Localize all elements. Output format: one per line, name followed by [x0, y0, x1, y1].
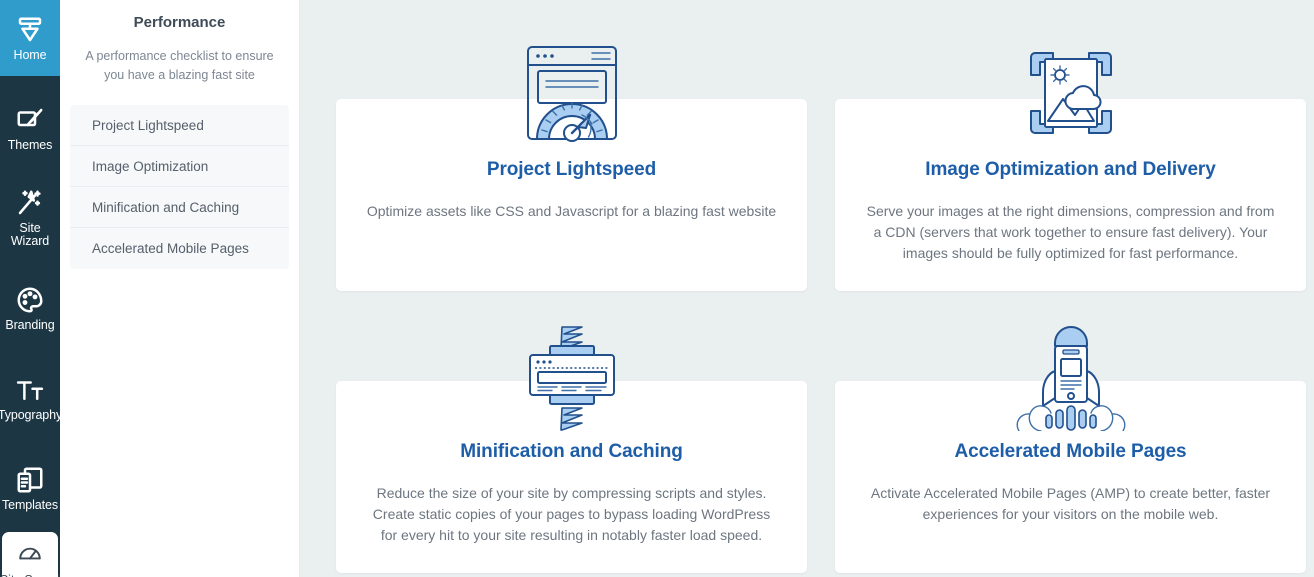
panel-item-label: Image Optimization — [92, 158, 209, 174]
sidebar-item-site-wizard[interactable]: Site Wizard — [0, 180, 60, 256]
card-description: Activate Accelerated Mobile Pages (AMP) … — [870, 485, 1271, 522]
panel-item-accelerated-mobile-pages[interactable]: Accelerated Mobile Pages — [70, 228, 289, 269]
sidebar-item-templates[interactable]: Templates — [0, 450, 60, 526]
sidebar-item-label: Templates — [1, 497, 59, 512]
panel-item-label: Minification and Caching — [92, 199, 240, 215]
app-root: Home Themes Site Wizard Branding Typogra… — [0, 0, 1314, 577]
card-description: Reduce the size of your site by compress… — [372, 485, 771, 543]
card-wrapper: Minification and Caching Reduce the size… — [336, 326, 807, 573]
panel-item-list: Project Lightspeed Image Optimization Mi… — [70, 105, 289, 269]
palette-icon — [15, 285, 45, 315]
feature-card-accelerated-mobile-pages[interactable]: Accelerated Mobile Pages Activate Accele… — [835, 381, 1306, 573]
sidebar-item-typography[interactable]: Typography — [0, 360, 60, 436]
sidebar-item-label: Themes — [7, 137, 53, 152]
sidebar-item-branding[interactable]: Branding — [0, 270, 60, 346]
card-title: Image Optimization and Delivery — [925, 159, 1216, 180]
sidebar-item-label: Typography — [0, 407, 60, 422]
sidebar-item-site-speed[interactable]: Site Speed — [0, 532, 60, 577]
feature-card-project-lightspeed[interactable]: Project Lightspeed Optimize assets like … — [336, 99, 807, 291]
panel-item-minification-and-caching[interactable]: Minification and Caching — [70, 187, 289, 228]
sidebar-item-label: Home — [13, 47, 47, 62]
paint-brush-icon — [15, 105, 45, 135]
feature-card-grid: Project Lightspeed Optimize assets like … — [300, 0, 1314, 573]
primary-sidebar: Home Themes Site Wizard Branding Typogra… — [0, 0, 60, 577]
panel-item-image-optimization[interactable]: Image Optimization — [70, 146, 289, 187]
templates-icon — [15, 465, 45, 495]
panel-item-project-lightspeed[interactable]: Project Lightspeed — [70, 105, 289, 146]
sidebar-item-label: Site Speed — [0, 573, 60, 577]
feature-card-minification-and-caching[interactable]: Minification and Caching Reduce the size… — [336, 381, 807, 573]
panel-subtitle: A performance checklist to ensure you ha… — [85, 49, 274, 82]
panel-title: Performance — [133, 14, 226, 31]
card-title: Accelerated Mobile Pages — [954, 441, 1187, 462]
sidebar-item-themes[interactable]: Themes — [0, 90, 60, 166]
panel-item-label: Project Lightspeed — [92, 117, 204, 133]
text-size-icon — [15, 375, 45, 405]
card-wrapper: Accelerated Mobile Pages Activate Accele… — [835, 326, 1306, 573]
panel-item-label: Accelerated Mobile Pages — [92, 241, 249, 256]
sidebar-item-home[interactable]: Home — [0, 0, 60, 76]
card-wrapper: Project Lightspeed Optimize assets like … — [336, 46, 807, 291]
sidebar-item-label: Branding — [5, 317, 55, 332]
card-wrapper: Image Optimization and Delivery Serve yo… — [835, 52, 1306, 291]
card-title: Minification and Caching — [460, 441, 683, 462]
feature-card-image-optimization-and-delivery[interactable]: Image Optimization and Delivery Serve yo… — [835, 99, 1306, 291]
card-title: Project Lightspeed — [486, 159, 657, 180]
card-description: Optimize assets like CSS and Javascript … — [366, 203, 777, 219]
sidebar-item-label: Site Wizard — [10, 221, 50, 248]
magic-wand-icon — [15, 188, 45, 218]
main-content: Project Lightspeed Optimize assets like … — [300, 0, 1314, 577]
speedometer-icon — [17, 540, 43, 570]
home-stamp-icon — [15, 15, 45, 45]
secondary-sidebar: Performance A performance checklist to e… — [60, 0, 300, 577]
card-description: Serve your images at the right dimension… — [866, 203, 1275, 261]
